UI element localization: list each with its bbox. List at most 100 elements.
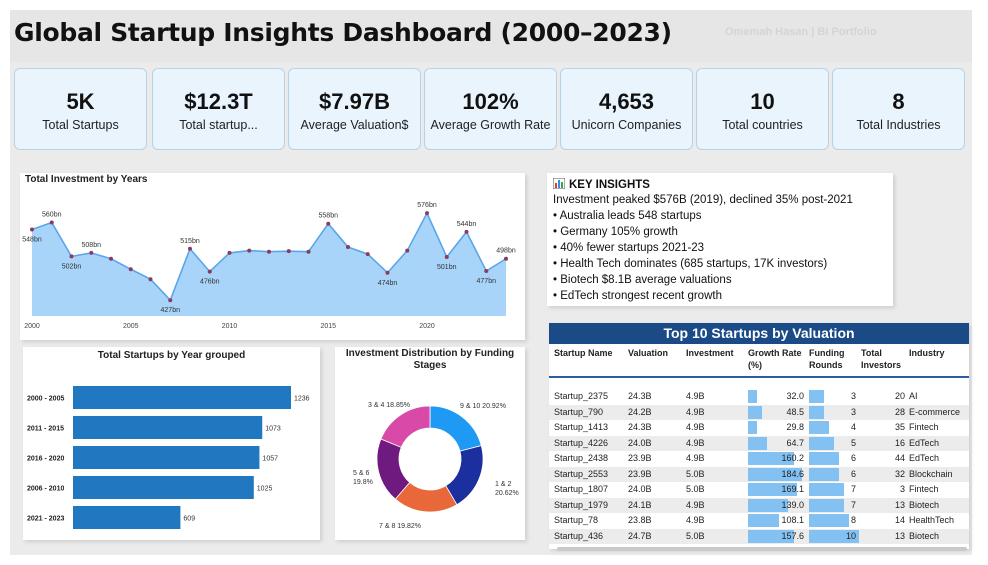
column-header[interactable]: Industry	[909, 347, 945, 359]
data-label: 476bn	[200, 279, 220, 286]
kpi-card-average-valuation[interactable]: $7.97B Average Valuation$	[288, 68, 421, 150]
cell-investment: 4.9B	[686, 406, 705, 417]
insight-item: • Germany 105% growth	[553, 226, 678, 238]
cell-funding-rounds: 7	[850, 499, 856, 510]
kpi-value: 102%	[462, 89, 519, 114]
data-point	[89, 250, 94, 255]
kpi-value: 5K	[66, 89, 95, 114]
data-label: 515bn	[180, 238, 200, 245]
x-tick-label: 2000	[24, 323, 40, 330]
x-tick-label: 2015	[320, 323, 336, 330]
cell-valuation: 24.3B	[628, 422, 652, 432]
data-point	[148, 277, 153, 282]
cell-total-investors: 13	[894, 499, 905, 510]
cell-investment: 4.9B	[686, 453, 705, 463]
kpi-card-total-startups[interactable]: 5K Total Startups	[14, 68, 147, 150]
category-label: 2021 - 2023	[27, 516, 64, 523]
cell-total-investors: 3	[899, 484, 905, 494]
startups-by-year-card[interactable]: Total Startups by Year grouped 2000 - 20…	[23, 347, 320, 540]
slice-label: 3 & 4 18.85%	[368, 402, 410, 409]
data-label: 576bn	[417, 202, 437, 209]
column-header[interactable]: Funding Rounds	[809, 347, 845, 371]
kpi-card-total-industries[interactable]: 8 Total Industries	[832, 68, 965, 150]
data-point	[286, 249, 291, 254]
bar	[73, 416, 263, 439]
table-title: Top 10 Startups by Valuation	[549, 323, 969, 344]
kpi-label: Average Valuation$	[300, 118, 409, 132]
data-point	[207, 269, 212, 274]
donut-slice	[429, 405, 482, 452]
top-startups-table-card[interactable]: Top 10 Startups by Valuation Startup Nam…	[549, 323, 969, 551]
bar-chart: 2000 - 2005 1236 2011 - 2015 1073 2016 - 202…	[27, 386, 310, 529]
category-label: 2000 - 2005	[27, 396, 64, 403]
slice-label: 7 & 8 19.82%	[379, 523, 421, 530]
kpi-value: 8	[892, 89, 905, 114]
data-point	[30, 227, 34, 232]
category-label: 2011 - 2015	[27, 426, 64, 433]
bar	[73, 476, 254, 499]
cell-growth-rate: 108.1	[781, 515, 804, 525]
cell-funding-rounds: 7	[850, 484, 856, 494]
donut-slice	[380, 405, 431, 448]
author-label: Omemah Hasan | BI Portfolio	[725, 26, 877, 38]
insights-list: Investment peaked $576B (2019), declined…	[553, 192, 853, 304]
column-header[interactable]: Growth Rate (%)	[748, 347, 802, 371]
cell-valuation: 23.8B	[628, 515, 652, 525]
cell-investment: 5.0B	[686, 484, 705, 494]
data-point	[128, 267, 133, 272]
cell-industry: Fintech	[909, 422, 939, 432]
insight-lead: Investment peaked $576B (2019), declined…	[553, 194, 853, 206]
data-point	[464, 229, 469, 234]
column-header[interactable]: Investment	[686, 347, 734, 359]
cell-investment: 5.0B	[686, 468, 705, 479]
data-point	[365, 252, 370, 257]
data-label: 498bn	[496, 248, 516, 255]
value-label: 1073	[265, 426, 281, 433]
cell-startup-name: Startup_78	[554, 515, 599, 525]
cell-investment: 5.0B	[686, 530, 705, 541]
x-tick-label: 2020	[419, 323, 435, 330]
cell-startup-name: Startup_2375	[554, 391, 609, 401]
cell-growth-rate: 169.1	[781, 484, 804, 494]
bar	[73, 446, 260, 469]
funding-stages-card[interactable]: Investment Distribution by Funding Stage…	[335, 347, 525, 540]
cell-valuation: 24.0B	[628, 484, 652, 494]
insights-title: KEY INSIGHTS	[569, 179, 650, 191]
value-label: 1025	[257, 486, 273, 493]
cell-valuation: 23.9B	[628, 453, 652, 463]
table-header-divider	[549, 376, 969, 378]
kpi-card-unicorn-companies[interactable]: 4,653 Unicorn Companies	[560, 68, 693, 150]
kpi-card-total-startup-investment[interactable]: $12.3T Total startup...	[152, 68, 285, 150]
data-point	[69, 254, 74, 259]
horizontal-scrollbar[interactable]	[557, 547, 967, 551]
column-header[interactable]: Startup Name	[554, 347, 613, 359]
cell-startup-name: Startup_1807	[554, 484, 609, 494]
cell-funding-rounds: 3	[850, 406, 856, 417]
data-point	[385, 270, 390, 275]
kpi-label: Total Startups	[42, 118, 119, 132]
kpi-card-average-growth-rate[interactable]: 102% Average Growth Rate	[424, 68, 557, 150]
slice-label: 9 & 10 20.92%	[460, 403, 506, 410]
data-label: 477bn	[477, 278, 497, 285]
insights-header: KEY INSIGHTS	[553, 178, 650, 191]
data-label: 427bn	[161, 307, 181, 314]
kpi-value: $12.3T	[184, 89, 253, 114]
data-point	[484, 269, 489, 274]
bar	[73, 506, 181, 529]
cell-startup-name: Startup_2553	[554, 468, 609, 479]
cell-investment: 4.9B	[686, 437, 705, 448]
data-point	[425, 211, 429, 216]
cell-growth-rate: 139.0	[781, 499, 804, 510]
investment-by-years-card[interactable]: Total Investment by Years 548bn 560bn 502b…	[20, 173, 525, 340]
column-header[interactable]: Total Investors	[861, 347, 901, 371]
cell-industry: EdTech	[909, 437, 940, 448]
cell-investment: 4.9B	[686, 391, 705, 401]
cell-total-investors: 20	[894, 391, 905, 401]
kpi-card-total-countries[interactable]: 10 Total countries	[696, 68, 829, 150]
data-label: 501bn	[437, 264, 457, 271]
value-label: 1057	[262, 456, 278, 463]
cell-growth-rate: 184.6	[781, 468, 804, 479]
cell-valuation: 24.1B	[628, 499, 652, 510]
column-header[interactable]: Valuation	[628, 347, 668, 359]
kpi-value: 4,653	[598, 89, 655, 114]
